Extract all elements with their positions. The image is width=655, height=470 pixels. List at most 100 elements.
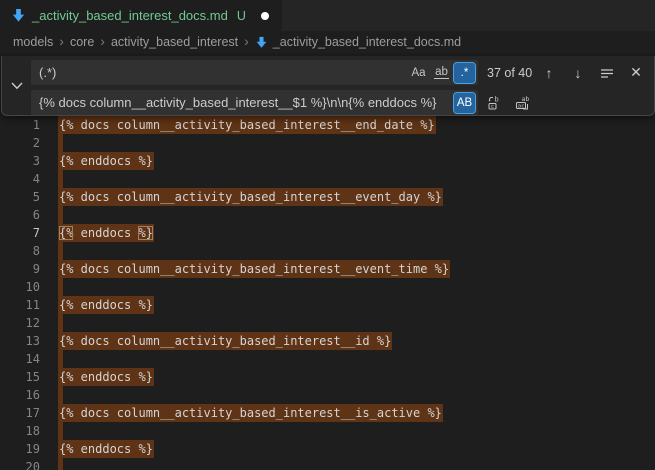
- code-line[interactable]: 5 {% docs column__activity_based_interest…: [0, 188, 655, 206]
- line-number: 15: [0, 368, 40, 386]
- line-number: 4: [0, 170, 40, 188]
- git-status-badge: U: [237, 9, 246, 23]
- editor: (.*) Aa ab .* 37 of 40 ↑ ↓ ✕: [0, 53, 655, 470]
- svg-text:ab: ab: [522, 95, 530, 103]
- next-match-button[interactable]: ↓: [567, 62, 589, 84]
- line-number: 11: [0, 296, 40, 314]
- find-match: {% enddocs %}: [58, 296, 154, 314]
- tab-activity-based-interest-docs[interactable]: _activity_based_interest_docs.md U: [0, 0, 282, 31]
- line-number: 7: [0, 224, 40, 242]
- find-in-selection-button[interactable]: [596, 62, 618, 84]
- chevron-right-icon: ›: [59, 34, 64, 50]
- code-line[interactable]: 20: [0, 458, 655, 470]
- code-line[interactable]: 1 {% docs column__activity_based_interest…: [0, 116, 655, 134]
- breadcrumb-item-file[interactable]: _activity_based_interest_docs.md: [255, 35, 461, 49]
- close-find-button[interactable]: ✕: [625, 62, 647, 84]
- code-line[interactable]: 11 {% enddocs %}: [0, 296, 655, 314]
- breadcrumb-filename: _activity_based_interest_docs.md: [273, 35, 461, 49]
- whole-word-toggle[interactable]: ab: [431, 63, 452, 83]
- find-match-empty: [58, 206, 63, 224]
- code-line[interactable]: 2: [0, 134, 655, 152]
- line-number: 3: [0, 152, 40, 170]
- line-number: 17: [0, 404, 40, 422]
- replace-icon: b c: [487, 95, 503, 111]
- find-match-empty: [58, 134, 63, 152]
- preserve-case-toggle[interactable]: AB: [454, 93, 475, 113]
- code-area: 1 {% docs column__activity_based_interest…: [0, 116, 655, 470]
- code-line[interactable]: 19 {% enddocs %}: [0, 440, 655, 458]
- code-line[interactable]: 14: [0, 350, 655, 368]
- tab-bar: _activity_based_interest_docs.md U: [0, 0, 655, 31]
- replace-button[interactable]: b c: [484, 92, 506, 114]
- replace-row: {% docs column__activity_based_interest_…: [31, 90, 648, 115]
- line-number: 1: [0, 116, 40, 134]
- svg-text:ac: ac: [518, 103, 525, 109]
- code-line-active[interactable]: 7{% enddocs %}: [0, 224, 655, 242]
- replace-input-value: {% docs column__activity_based_interest_…: [39, 95, 452, 110]
- replace-all-icon: ab ac: [515, 95, 531, 111]
- line-number: 10: [0, 278, 40, 296]
- match-case-toggle[interactable]: Aa: [408, 63, 429, 83]
- regex-toggle[interactable]: .*: [454, 63, 475, 83]
- bracket-match-open: {%: [59, 226, 73, 240]
- line-number: 8: [0, 242, 40, 260]
- breadcrumb-item-activity-based-interest[interactable]: activity_based_interest: [111, 35, 238, 49]
- match-count: 37 of 40: [487, 66, 532, 80]
- find-replace-widget: (.*) Aa ab .* 37 of 40 ↑ ↓ ✕: [1, 56, 655, 116]
- markdown-file-icon: [11, 8, 26, 23]
- toggle-replace-button[interactable]: [2, 56, 31, 115]
- find-match-empty: [58, 350, 63, 368]
- code-line[interactable]: 17{% docs column__activity_based_interes…: [0, 404, 655, 422]
- line-number: 19: [0, 440, 40, 458]
- find-match: {% enddocs %}: [58, 368, 154, 386]
- find-match: {% enddocs %}: [58, 440, 154, 458]
- line-number: 13: [0, 332, 40, 350]
- line-number: 5: [0, 188, 40, 206]
- find-match-empty: [58, 386, 63, 404]
- find-match-empty: [58, 278, 63, 296]
- line-number: 16: [0, 386, 40, 404]
- markdown-file-icon: [255, 36, 268, 49]
- code-line[interactable]: 15 {% enddocs %}: [0, 368, 655, 386]
- code-line[interactable]: 3 {% enddocs %}: [0, 152, 655, 170]
- find-match-empty: [58, 314, 63, 332]
- line-number: 14: [0, 350, 40, 368]
- line-number: 6: [0, 206, 40, 224]
- find-match: {% docs column__activity_based_interest_…: [58, 116, 436, 134]
- find-match-empty: [58, 458, 63, 470]
- find-input[interactable]: (.*) Aa ab .*: [31, 60, 478, 85]
- find-input-value: (.*): [39, 65, 406, 80]
- code-line[interactable]: 16: [0, 386, 655, 404]
- svg-text:b: b: [495, 95, 499, 103]
- modified-dot-icon[interactable]: [261, 12, 269, 20]
- chevron-right-icon: ›: [244, 34, 249, 50]
- find-match: {% docs column__activity_based_interest_…: [58, 332, 392, 350]
- find-match-empty: [58, 170, 63, 188]
- find-match: {% docs column__activity_based_interest_…: [58, 188, 443, 206]
- find-match: {% enddocs %}: [58, 152, 154, 170]
- svg-text:c: c: [491, 104, 494, 110]
- replace-all-button[interactable]: ab ac: [512, 92, 534, 114]
- breadcrumb: models › core › activity_based_interest …: [0, 31, 655, 53]
- breadcrumb-item-models[interactable]: models: [13, 35, 53, 49]
- chevron-down-icon: [11, 82, 23, 90]
- code-line[interactable]: 6: [0, 206, 655, 224]
- bracket-match-close: %}: [138, 226, 152, 240]
- find-match: {% docs column__activity_based_interest_…: [58, 260, 450, 278]
- code-line[interactable]: 18: [0, 422, 655, 440]
- code-line[interactable]: 10: [0, 278, 655, 296]
- line-number: 12: [0, 314, 40, 332]
- previous-match-button[interactable]: ↑: [538, 62, 560, 84]
- breadcrumb-item-core[interactable]: core: [70, 35, 94, 49]
- find-match-empty: [58, 242, 63, 260]
- find-match-empty: [58, 422, 63, 440]
- code-line[interactable]: 8: [0, 242, 655, 260]
- line-number: 9: [0, 260, 40, 278]
- code-line[interactable]: 9 {% docs column__activity_based_interest…: [0, 260, 655, 278]
- code-line[interactable]: 12: [0, 314, 655, 332]
- code-line[interactable]: 4: [0, 170, 655, 188]
- replace-input[interactable]: {% docs column__activity_based_interest_…: [31, 90, 478, 115]
- line-number: 20: [0, 458, 40, 470]
- line-number: 2: [0, 134, 40, 152]
- code-line[interactable]: 13 {% docs column__activity_based_interes…: [0, 332, 655, 350]
